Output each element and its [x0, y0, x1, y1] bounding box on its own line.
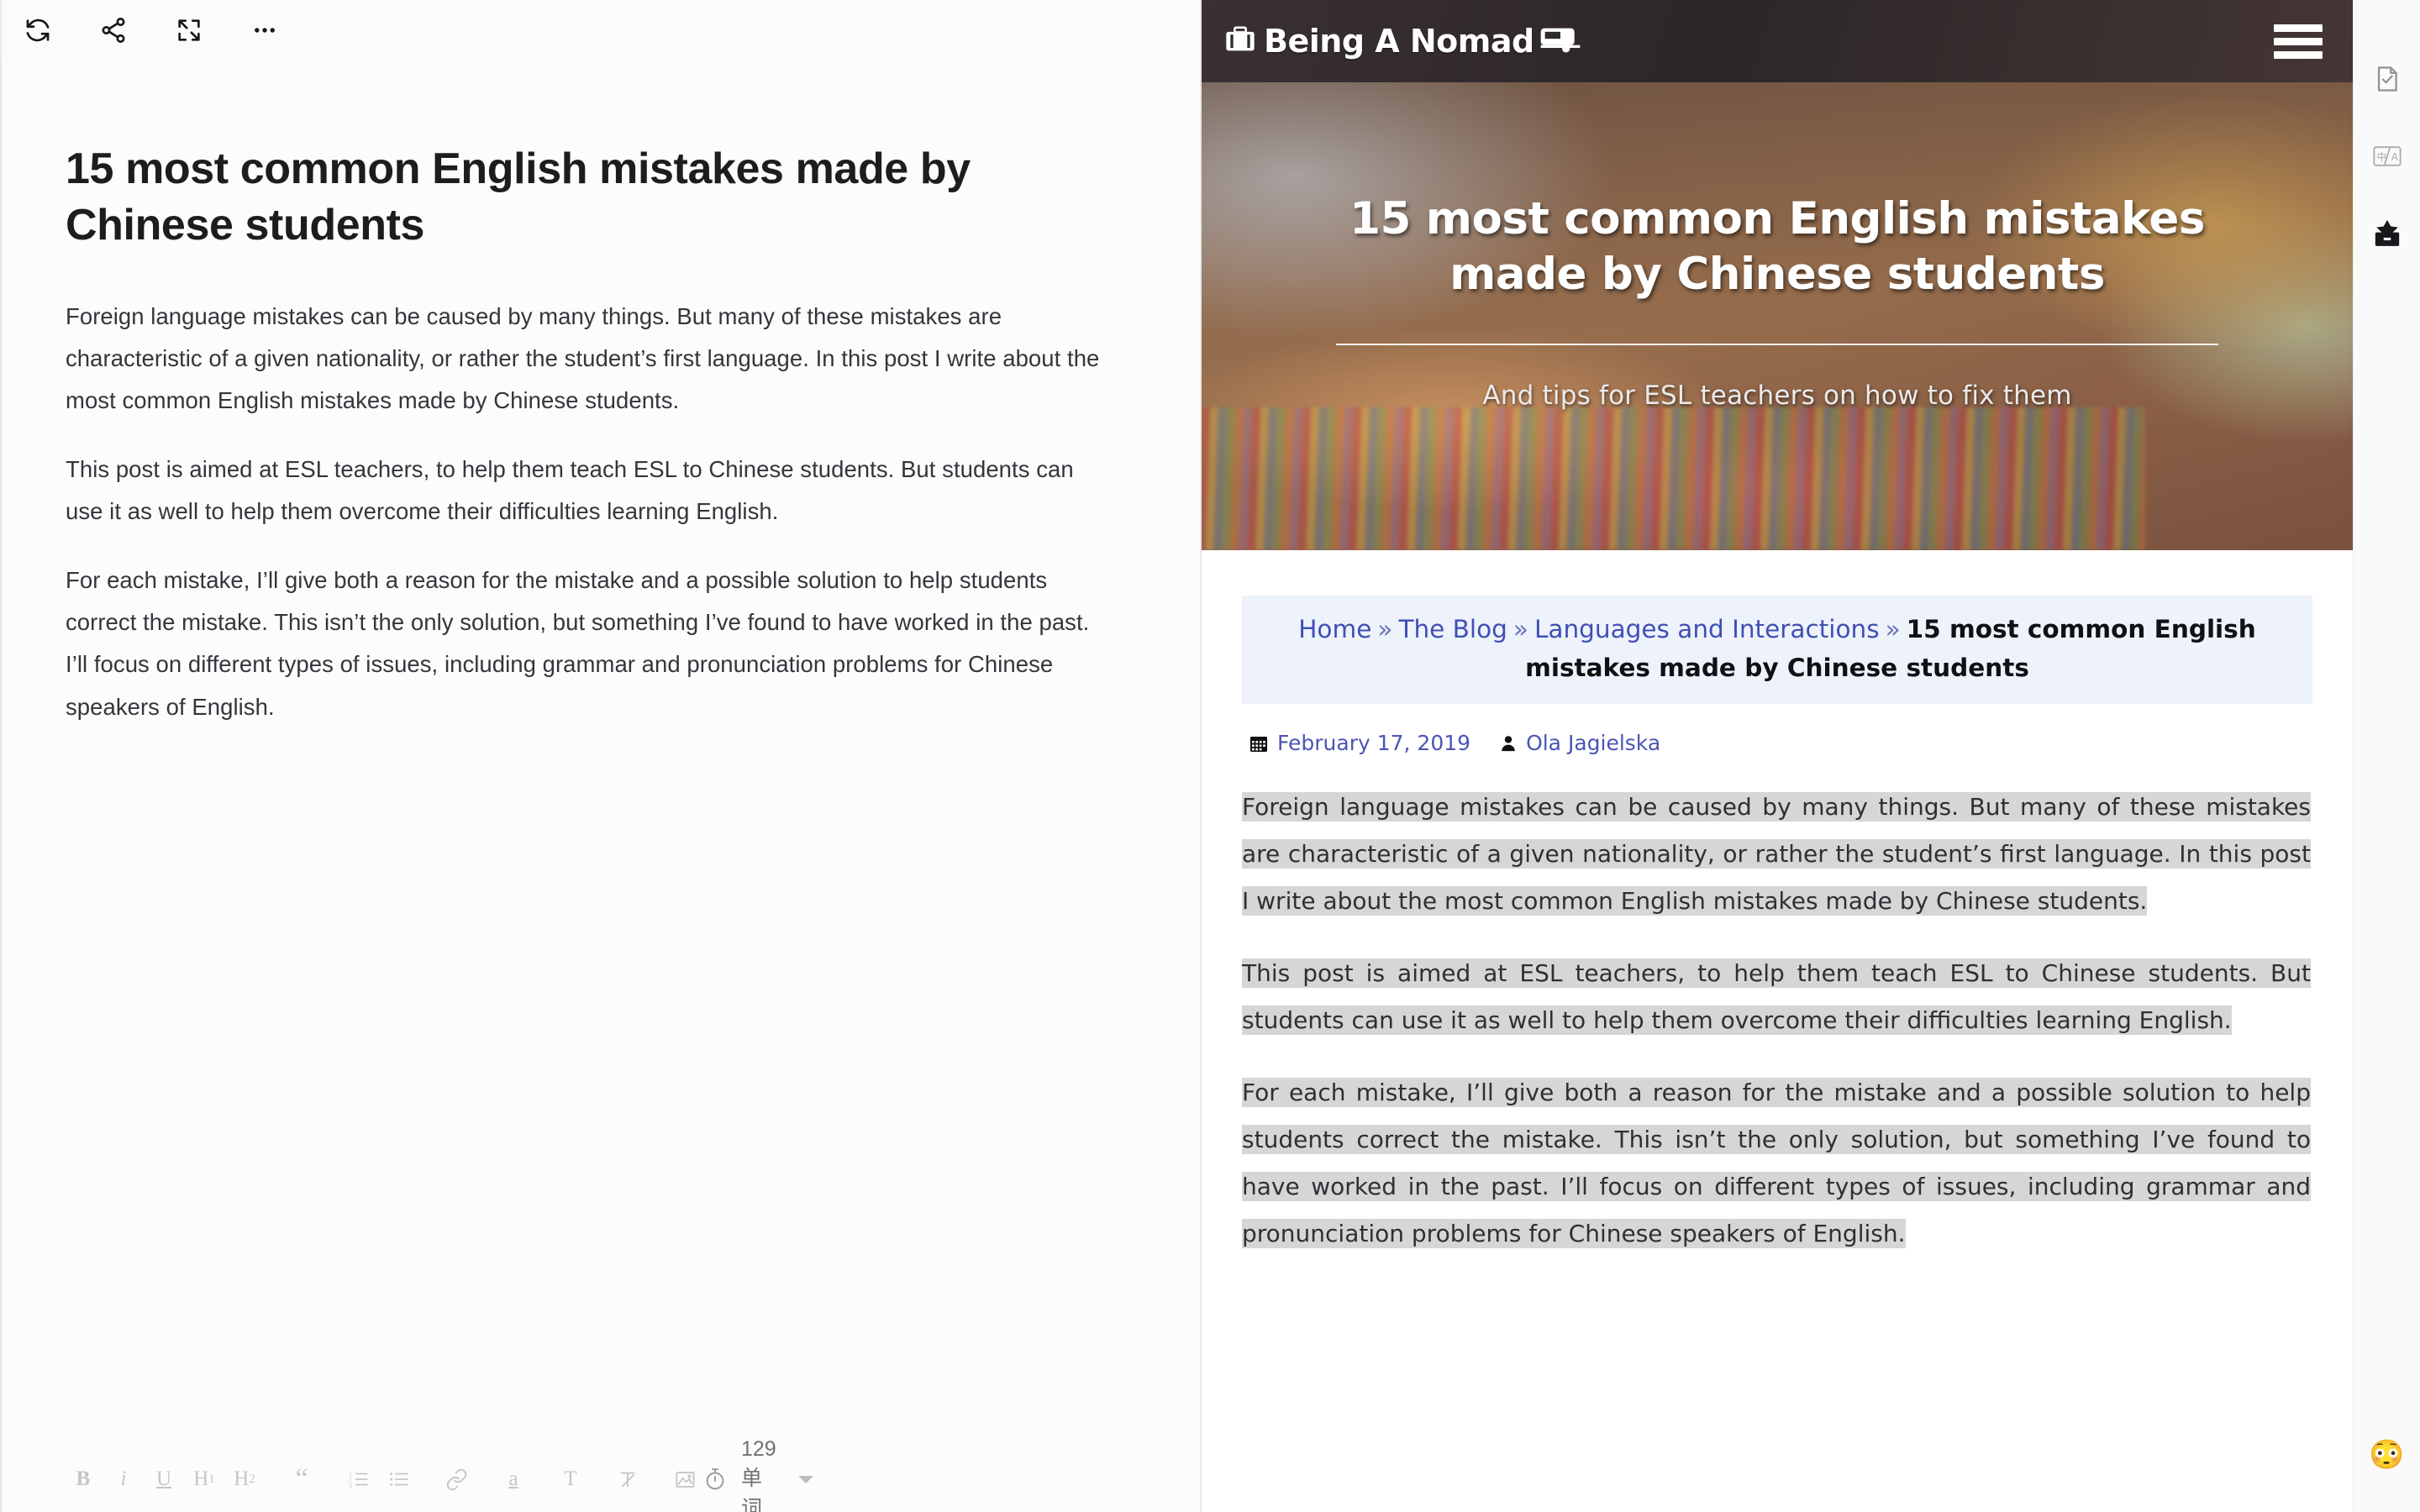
site-logo-text: Being A Nomad: [1264, 23, 1534, 60]
hamburger-bar: [2274, 37, 2323, 45]
post-area: Home» The Blog» Languages and Interactions…: [1202, 550, 2353, 1258]
italic-button[interactable]: i: [106, 1461, 141, 1498]
heading-2-button[interactable]: H2: [227, 1461, 262, 1498]
insert-image-button[interactable]: [667, 1461, 702, 1498]
editor-format-toolbar: B i U H1 H2 “ 1 2 3 a T 129 单词: [0, 1437, 1200, 1512]
user-icon: [1499, 734, 1518, 753]
more-options-icon[interactable]: [245, 11, 284, 50]
unordered-list-button[interactable]: [381, 1461, 417, 1498]
suitcase-icon: [1222, 23, 1259, 60]
link-button[interactable]: [439, 1461, 474, 1498]
post-paragraph: This post is aimed at ESL teachers, to h…: [1242, 950, 2311, 1044]
breadcrumb-item-the-blog[interactable]: The Blog: [1398, 615, 1507, 643]
rail-top-group: 中 A: [2354, 0, 2420, 272]
post-paragraph-text: Foreign language mistakes can be caused …: [1242, 792, 2311, 916]
highlight-button[interactable]: a: [496, 1461, 531, 1498]
heading-1-label: H: [193, 1467, 209, 1490]
translate-icon[interactable]: 中 A: [2354, 118, 2420, 195]
post-body: Foreign language mistakes can be caused …: [1242, 784, 2312, 1257]
emoji-icon[interactable]: 😳: [2354, 1438, 2420, 1472]
svg-text:中: 中: [2376, 150, 2386, 163]
calendar-icon: [1249, 733, 1269, 753]
underline-button[interactable]: U: [146, 1461, 182, 1498]
chevron-down-icon[interactable]: [797, 1475, 813, 1483]
blockquote-button[interactable]: “: [284, 1461, 319, 1498]
breadcrumb-item-home[interactable]: Home: [1298, 615, 1371, 643]
app-root: 15 most common English mistakes made by …: [0, 0, 2420, 1512]
post-paragraph-text: This post is aimed at ESL teachers, to h…: [1242, 958, 2311, 1036]
svg-text:3: 3: [349, 1482, 352, 1489]
collect-icon[interactable]: [2354, 195, 2420, 272]
hero-subtitle: And tips for ESL teachers on how to fix …: [1482, 380, 2072, 411]
hamburger-bar: [2274, 24, 2323, 32]
stopwatch-icon[interactable]: [702, 1464, 728, 1494]
document-paragraph[interactable]: Foreign language mistakes can be caused …: [66, 296, 1116, 422]
site-header: Being A Nomad: [1202, 0, 2353, 82]
hero-title-line-2: made by Chinese students: [1449, 249, 2105, 301]
hero-banner: 15 most common English mistakes made by …: [1202, 82, 2353, 550]
hamburger-bar: [2274, 50, 2323, 59]
bold-button[interactable]: B: [66, 1461, 101, 1498]
word-count-label[interactable]: 129 单词: [741, 1437, 781, 1512]
post-paragraph: For each mistake, I’ll give both a reaso…: [1242, 1069, 2311, 1257]
text-style-button[interactable]: T: [553, 1461, 588, 1498]
editor-top-toolbar: [0, 0, 1200, 60]
post-author[interactable]: Ola Jagielska: [1526, 731, 1660, 755]
fullscreen-icon[interactable]: [170, 11, 208, 50]
svg-text:A: A: [2391, 151, 2399, 163]
heading-1-button[interactable]: H1: [187, 1461, 222, 1498]
editor-pane: 15 most common English mistakes made by …: [0, 0, 1202, 1512]
site-logo[interactable]: Being A Nomad: [1222, 23, 1581, 60]
proofread-icon[interactable]: [2354, 40, 2420, 118]
post-meta: February 17, 2019 Ola Jagielska: [1249, 731, 2312, 755]
hero-title-line-1: 15 most common English mistakes: [1349, 193, 2205, 244]
heading-1-sub: 1: [208, 1472, 215, 1486]
post-date[interactable]: February 17, 2019: [1277, 731, 1470, 755]
hamburger-menu-icon[interactable]: [2274, 18, 2323, 65]
breadcrumb: Home» The Blog» Languages and Interactions…: [1242, 596, 2312, 705]
hero-content: 15 most common English mistakes made by …: [1202, 192, 2353, 411]
tool-rail: 中 A 😳: [2353, 0, 2420, 1512]
clear-format-button[interactable]: [610, 1461, 645, 1498]
editor-content[interactable]: 15 most common English mistakes made by …: [0, 60, 1200, 1446]
sync-icon[interactable]: [18, 11, 57, 50]
breadcrumb-separator: »: [1512, 615, 1528, 643]
breadcrumb-separator: »: [1885, 615, 1901, 643]
ordered-list-button[interactable]: 1 2 3: [341, 1461, 376, 1498]
word-count-area[interactable]: 129 单词: [702, 1437, 1234, 1512]
document-title[interactable]: 15 most common English mistakes made by …: [66, 141, 1082, 254]
post-paragraph: Foreign language mistakes can be caused …: [1242, 784, 2311, 925]
breadcrumb-separator: »: [1377, 615, 1393, 643]
format-buttons: B i U H1 H2 “ 1 2 3 a T: [66, 1461, 702, 1498]
breadcrumb-item-languages-and-interactions[interactable]: Languages and Interactions: [1534, 615, 1880, 643]
caravan-icon: [1539, 25, 1581, 58]
hero-divider: [1336, 343, 2218, 345]
preview-pane: Being A Nomad 15 most common English mis…: [1202, 0, 2353, 1512]
document-paragraph[interactable]: This post is aimed at ESL teachers, to h…: [66, 449, 1116, 533]
share-icon[interactable]: [94, 11, 133, 50]
post-paragraph-text: For each mistake, I’ll give both a reaso…: [1242, 1078, 2311, 1249]
heading-2-label: H: [234, 1467, 250, 1490]
document-paragraph[interactable]: For each mistake, I’ll give both a reaso…: [66, 559, 1116, 727]
heading-2-sub: 2: [249, 1472, 255, 1486]
